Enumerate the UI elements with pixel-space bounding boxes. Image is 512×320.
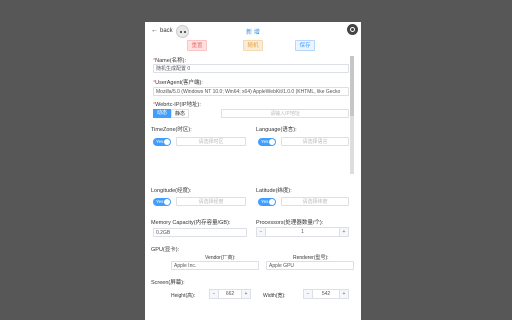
- latitude-select[interactable]: 请选择纬度: [281, 197, 349, 206]
- config-panel: ← back 新 增 重置 随机 保存 *Name(名称): 随机生成配置 0 …: [145, 22, 361, 320]
- gpu-label: GPU(显卡):: [151, 247, 180, 253]
- header: ← back 新 增: [145, 22, 361, 40]
- screen-height-stepper[interactable]: − 662 +: [209, 289, 251, 299]
- gpu-renderer-label: Renderer(型号):: [293, 255, 329, 261]
- latitude-switch[interactable]: Yes: [258, 198, 276, 206]
- webrtc-static-option[interactable]: 静态: [171, 109, 189, 118]
- height-increment[interactable]: +: [241, 290, 250, 298]
- latitude-label: Latitude(纬度):: [256, 188, 292, 194]
- timezone-select[interactable]: 请选择时区: [176, 137, 246, 146]
- height-decrement[interactable]: −: [210, 290, 219, 298]
- screen-label: Screen(屏幕):: [151, 280, 185, 286]
- timezone-label: TimeZone(时区):: [151, 127, 192, 133]
- language-label: Language(语言):: [256, 127, 297, 133]
- gpu-renderer-input[interactable]: Apple GPU: [266, 261, 354, 270]
- memory-label: Memory Capacity(内存容量/GB):: [151, 220, 231, 226]
- processors-label: Processors(处理器数量/个):: [256, 220, 324, 226]
- longitude-label: Longitude(经度):: [151, 188, 192, 194]
- webrtc-ip-input[interactable]: 请输入IP地址: [221, 109, 349, 118]
- useragent-label: *UserAgent(客户端):: [153, 80, 203, 86]
- screen-width-stepper[interactable]: − 542 +: [303, 289, 349, 299]
- language-switch[interactable]: Yes: [258, 138, 276, 146]
- width-decrement[interactable]: −: [304, 290, 313, 298]
- gpu-vendor-label: Vendor(厂商):: [205, 255, 236, 261]
- processors-stepper[interactable]: − 1 +: [256, 227, 349, 237]
- random-button[interactable]: 随机: [243, 40, 263, 51]
- height-value: 662: [225, 291, 235, 297]
- save-button[interactable]: 保存: [295, 40, 315, 51]
- settings-icon[interactable]: [347, 24, 358, 35]
- form-scrollbar[interactable]: [350, 56, 354, 174]
- name-input[interactable]: 随机生成配置 0: [153, 64, 349, 73]
- language-select[interactable]: 请选择语言: [281, 137, 349, 146]
- longitude-select[interactable]: 请选择经度: [176, 197, 246, 206]
- action-bar: 重置 随机 保存: [145, 40, 361, 52]
- gpu-vendor-input[interactable]: Apple Inc.: [171, 261, 259, 270]
- webrtc-label: *Webrtc-IP(IP地址):: [153, 102, 201, 108]
- reset-button[interactable]: 重置: [187, 40, 207, 51]
- screen-width-label: Width(宽):: [263, 293, 286, 299]
- timezone-switch[interactable]: Yes: [153, 138, 171, 146]
- name-label: *Name(名称):: [153, 58, 187, 64]
- processors-increment[interactable]: +: [339, 228, 348, 236]
- webrtc-dynamic-option[interactable]: 动态: [153, 109, 171, 118]
- width-increment[interactable]: +: [339, 290, 348, 298]
- screen-height-label: Height(高):: [171, 293, 196, 299]
- scrollbar-thumb[interactable]: [350, 56, 354, 116]
- processors-decrement[interactable]: −: [257, 228, 266, 236]
- width-value: 542: [321, 291, 331, 297]
- processors-value: 1: [301, 229, 304, 235]
- page-title: 新 增: [246, 30, 260, 36]
- longitude-switch[interactable]: Yes: [153, 198, 171, 206]
- useragent-input[interactable]: Mozilla/5.0 (Windows NT 10.0; Win64; x64…: [153, 87, 349, 96]
- memory-select[interactable]: 0.2GB: [153, 228, 247, 237]
